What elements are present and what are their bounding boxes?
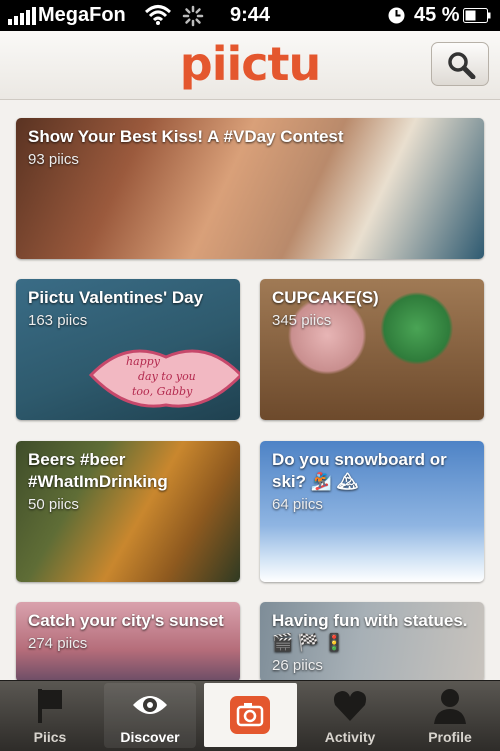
camera-icon	[230, 696, 270, 734]
thread-title: Show Your Best Kiss! A #VDay Contest	[28, 127, 344, 146]
thread-card[interactable]: Having fun with statues. 🎬 🏁 🚦 26 piics	[260, 602, 484, 682]
battery-percentage: 45 %	[414, 4, 460, 26]
thread-count: 64 piics	[272, 496, 323, 513]
piics-flag-icon	[38, 689, 62, 723]
lips-sign-image: happy day to you too, Gabby	[88, 349, 240, 408]
thread-count: 26 piics	[272, 657, 323, 674]
thread-title: Piictu Valentines' Day	[28, 288, 204, 307]
thread-title: CUPCAKE(S)	[272, 288, 379, 307]
header-bar: piictu	[0, 31, 500, 100]
thread-title: Do you snowboard or ski? 🏂 🏔	[272, 450, 447, 491]
person-icon	[434, 689, 466, 724]
thread-count: 345 piics	[272, 312, 332, 329]
thread-count: 50 piics	[28, 496, 79, 513]
tab-discover[interactable]: Discover	[100, 681, 200, 751]
tab-activity[interactable]: Activity	[300, 681, 400, 751]
thread-title: Catch your city's sunset	[28, 611, 224, 630]
svg-text:day to you: day to you	[138, 370, 196, 383]
thread-card[interactable]: Do you snowboard or ski? 🏂 🏔 64 piics	[260, 441, 484, 582]
thread-title: Beers #beer #WhatImDrinking	[28, 450, 168, 491]
battery-icon	[463, 8, 491, 23]
thread-card[interactable]: Beers #beer #WhatImDrinking 50 piics	[16, 441, 240, 582]
thread-count: 274 piics	[28, 635, 88, 652]
thread-card[interactable]: happy day to you too, Gabby Piictu Valen…	[16, 279, 240, 420]
tab-piics[interactable]: Piics	[0, 681, 100, 751]
thread-count: 93 piics	[28, 151, 79, 168]
clock-icon	[388, 7, 405, 24]
app-logo: piictu	[179, 37, 321, 91]
search-icon	[448, 52, 476, 79]
camera-button[interactable]	[204, 683, 297, 747]
svg-text:happy: happy	[126, 355, 161, 368]
thread-card[interactable]: CUPCAKE(S) 345 piics	[260, 279, 484, 420]
svg-text:too, Gabby: too, Gabby	[132, 385, 193, 398]
thread-title: Having fun with statues. 🎬 🏁 🚦	[272, 611, 468, 652]
status-bar: MegaFon 9:44 45 %	[0, 0, 500, 31]
tab-profile[interactable]: Profile	[400, 681, 500, 751]
search-button[interactable]	[431, 42, 489, 86]
heart-icon	[333, 691, 367, 721]
thread-card[interactable]: Catch your city's sunset 274 piics	[16, 602, 240, 682]
eye-icon	[133, 696, 167, 714]
thread-card[interactable]: Show Your Best Kiss! A #VDay Contest 93 …	[16, 118, 484, 259]
thread-count: 163 piics	[28, 312, 88, 329]
